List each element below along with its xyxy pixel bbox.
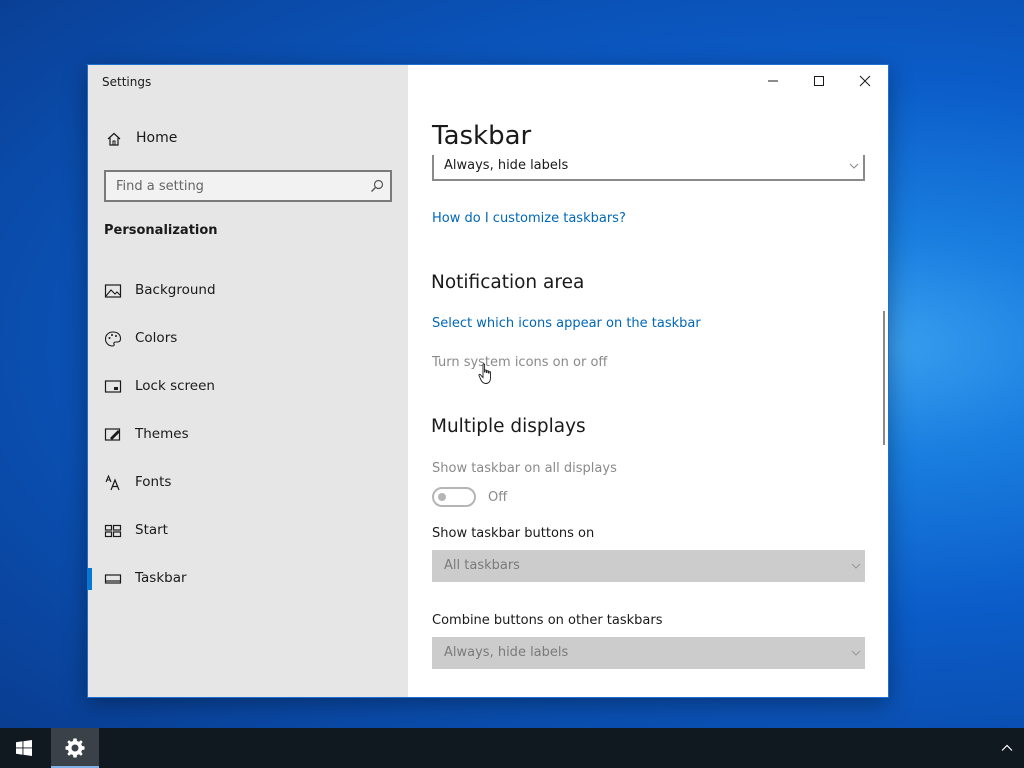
sidebar-item-label: Fonts bbox=[135, 474, 172, 490]
home-icon bbox=[107, 132, 121, 146]
sidebar: Settings Home Personalization Backg bbox=[88, 65, 408, 697]
toggle-state-label: Off bbox=[488, 490, 508, 505]
sidebar-item-themes[interactable]: Themes bbox=[88, 411, 408, 459]
combine-buttons-dropdown[interactable]: Always, hide labels bbox=[432, 155, 865, 181]
select-value: Always, hide labels bbox=[444, 645, 569, 660]
content-pane: Taskbar Always, hide labels How do I cus… bbox=[408, 65, 888, 697]
nav-home[interactable]: Home bbox=[88, 123, 408, 155]
window-controls bbox=[750, 65, 888, 97]
sidebar-item-start[interactable]: Start bbox=[88, 507, 408, 555]
minimize-button[interactable] bbox=[750, 65, 796, 97]
sidebar-item-lock-screen[interactable]: Lock screen bbox=[88, 363, 408, 411]
customize-taskbars-link[interactable]: How do I customize taskbars? bbox=[432, 211, 626, 226]
tray-chevron-up-icon[interactable] bbox=[1000, 741, 1014, 755]
sidebar-item-fonts[interactable]: Fonts bbox=[88, 459, 408, 507]
search-input[interactable] bbox=[106, 172, 390, 200]
sidebar-item-label: Themes bbox=[135, 426, 189, 442]
system-icons-link[interactable]: Turn system icons on or off bbox=[432, 355, 607, 370]
maximize-icon bbox=[814, 76, 824, 86]
sidebar-item-taskbar[interactable]: Taskbar bbox=[88, 555, 408, 603]
sidebar-item-label: Taskbar bbox=[135, 570, 187, 586]
combine-select[interactable]: Always, hide labels bbox=[432, 637, 865, 669]
settings-gear-icon bbox=[65, 738, 85, 758]
palette-icon bbox=[104, 331, 122, 347]
app-title: Settings bbox=[102, 75, 152, 89]
sidebar-item-label: Start bbox=[135, 522, 168, 538]
brush-icon bbox=[104, 428, 121, 441]
show-all-displays-label: Show taskbar on all displays bbox=[432, 461, 617, 476]
sidebar-item-background[interactable]: Background bbox=[88, 267, 408, 315]
chevron-down-icon bbox=[849, 163, 859, 169]
home-label: Home bbox=[136, 130, 178, 146]
settings-window: Settings Home Personalization Backg bbox=[87, 64, 889, 698]
combine-label: Combine buttons on other taskbars bbox=[432, 613, 663, 628]
close-icon bbox=[859, 75, 871, 87]
sidebar-item-label: Background bbox=[135, 282, 216, 298]
taskbar-icon bbox=[104, 574, 122, 584]
sidebar-item-label: Colors bbox=[135, 330, 178, 346]
fonts-icon bbox=[105, 474, 120, 491]
taskbar bbox=[0, 728, 1024, 768]
show-all-displays-toggle[interactable] bbox=[432, 487, 476, 507]
dropdown-value: Always, hide labels bbox=[444, 158, 569, 173]
active-indicator bbox=[88, 568, 92, 590]
section-title: Personalization bbox=[104, 223, 218, 238]
image-icon bbox=[104, 284, 122, 298]
taskbar-settings-button[interactable] bbox=[51, 728, 99, 768]
chevron-down-icon bbox=[851, 563, 861, 569]
start-button[interactable] bbox=[0, 728, 48, 768]
buttons-on-label: Show taskbar buttons on bbox=[432, 526, 595, 541]
multiple-displays-heading: Multiple displays bbox=[431, 416, 586, 437]
notification-area-heading: Notification area bbox=[431, 272, 585, 293]
lock-screen-icon bbox=[104, 380, 122, 393]
minimize-icon bbox=[768, 80, 778, 82]
chevron-down-icon bbox=[851, 650, 861, 656]
page-title: Taskbar bbox=[432, 121, 532, 151]
nav-list: Background Colors Lock screen Themes Fon… bbox=[88, 267, 408, 603]
select-value: All taskbars bbox=[444, 558, 520, 573]
search-icon[interactable] bbox=[370, 179, 384, 193]
start-icon bbox=[104, 524, 122, 538]
search-box[interactable] bbox=[104, 170, 392, 202]
sidebar-item-colors[interactable]: Colors bbox=[88, 315, 408, 363]
close-button[interactable] bbox=[842, 65, 888, 97]
sidebar-item-label: Lock screen bbox=[135, 378, 215, 394]
maximize-button[interactable] bbox=[796, 65, 842, 97]
windows-start-icon bbox=[16, 740, 32, 756]
buttons-on-select[interactable]: All taskbars bbox=[432, 550, 865, 582]
select-icons-link[interactable]: Select which icons appear on the taskbar bbox=[432, 316, 701, 331]
scrollbar[interactable] bbox=[883, 311, 885, 445]
toggle-knob bbox=[438, 493, 446, 501]
mouse-pointer-icon bbox=[478, 363, 491, 384]
